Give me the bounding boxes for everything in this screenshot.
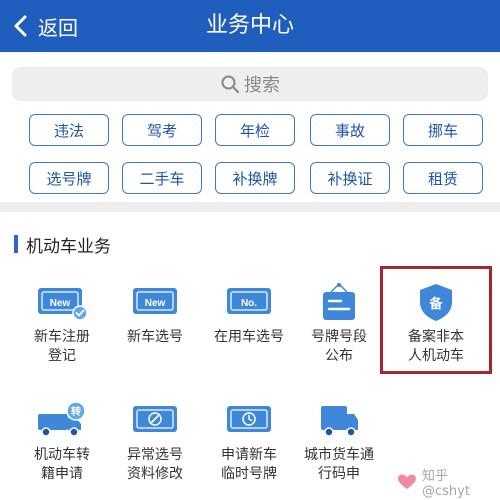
- svg-text:No.: No.: [241, 298, 257, 309]
- chip-replace-license[interactable]: 补换证: [310, 162, 390, 194]
- chip-annual-inspection[interactable]: 年检: [215, 114, 295, 146]
- page-title: 业务中心: [205, 13, 294, 38]
- edit-document-icon: [133, 406, 177, 432]
- service-city-cargo-pass[interactable]: 城市货车通 行码申: [291, 400, 387, 484]
- service-label: 异常选号 资料修改: [127, 447, 183, 482]
- section-accent-bar: [14, 235, 18, 253]
- new-plate-icon: New: [133, 288, 177, 314]
- service-vehicle-transfer[interactable]: 转 机动车转 籍申请: [14, 400, 110, 484]
- svg-text:New: New: [145, 298, 166, 309]
- svg-text:New: New: [50, 298, 71, 309]
- service-label: 城市货车通 行码申: [304, 447, 374, 482]
- chip-replace-plate[interactable]: 补换牌: [215, 162, 295, 194]
- chip-accident[interactable]: 事故: [310, 114, 390, 146]
- service-label: 新车注册 登记: [34, 329, 90, 364]
- chip-violation[interactable]: 违法: [29, 114, 109, 146]
- service-temporary-plate[interactable]: 申请新车 临时号牌: [201, 400, 297, 484]
- service-new-car-plate[interactable]: New 新车选号: [107, 282, 203, 347]
- header-bar: 返回 业务中心: [0, 0, 500, 52]
- service-plate-segment-notice[interactable]: 号牌号段 公布: [291, 282, 387, 366]
- chip-used-car[interactable]: 二手车: [122, 162, 202, 194]
- search-icon: [221, 75, 240, 94]
- cargo-truck-icon: [321, 406, 358, 437]
- number-plate-icon: No.: [227, 288, 271, 314]
- chip-rental[interactable]: 租赁: [403, 162, 483, 194]
- section-title: 机动车业务: [14, 234, 111, 257]
- highlight-frame: [380, 266, 492, 374]
- zhihu-heart-icon: [397, 474, 416, 489]
- service-new-car-register[interactable]: New 新车注册 登记: [14, 282, 110, 366]
- search-input[interactable]: 搜索: [12, 67, 488, 101]
- quick-panel: 搜索 违法 驾考 年检 事故 挪车 选号牌 二手车 补换牌 补换证 租赁: [0, 52, 500, 202]
- service-label: 号牌号段 公布: [311, 329, 367, 364]
- transfer-truck-icon: 转: [38, 401, 86, 437]
- service-label: 新车选号: [127, 329, 183, 345]
- service-label: 机动车转 籍申请: [34, 447, 90, 482]
- temporary-plate-icon: [227, 406, 271, 432]
- service-label: 在用车选号: [214, 329, 284, 345]
- watermark: 知乎 @cshyt: [396, 465, 500, 499]
- chip-driving-test[interactable]: 驾考: [122, 114, 202, 146]
- chip-move-car[interactable]: 挪车: [403, 114, 483, 146]
- service-in-use-car-plate[interactable]: No. 在用车选号: [201, 282, 297, 347]
- chip-select-plate[interactable]: 选号牌: [29, 162, 109, 194]
- service-label: 申请新车 临时号牌: [221, 447, 277, 482]
- service-abnormal-plate-edit[interactable]: 异常选号 资料修改: [107, 400, 203, 484]
- svg-text:转: 转: [71, 405, 81, 418]
- search-placeholder: 搜索: [244, 75, 280, 96]
- new-car-register-icon: New: [38, 288, 88, 321]
- announcement-icon: [323, 283, 355, 320]
